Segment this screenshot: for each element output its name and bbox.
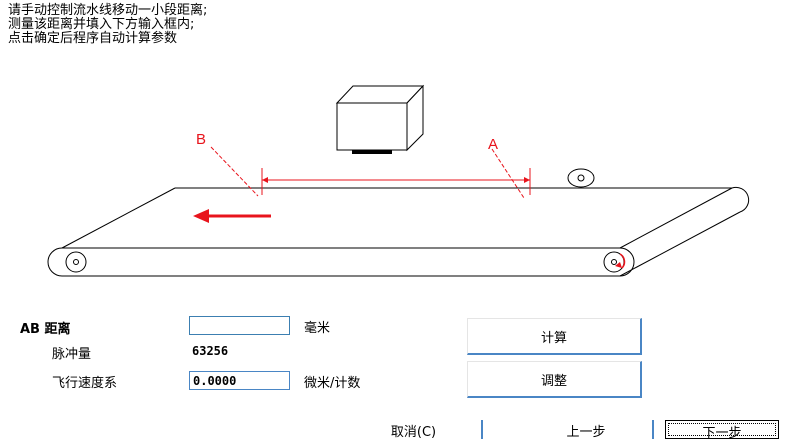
marker-a-line [491,148,525,199]
ab-distance-unit: 毫米 [304,321,331,336]
roller-left-icon [65,251,87,273]
speed-coefficient-input[interactable] [189,371,290,390]
cancel-button[interactable]: 取消(C) [346,420,483,440]
pulse-label: 脉冲量 [52,347,92,362]
standalone-roller-icon [567,168,595,188]
calculate-button[interactable]: 计算 [467,318,642,355]
speed-coefficient-label: 飞行速度系 [52,376,118,391]
marker-a-label: A [488,136,498,153]
marker-b-line [210,146,259,197]
pulse-value: 63256 [192,344,229,358]
ab-distance-label: AB 距离 [20,322,71,337]
measurement-line [261,168,531,195]
adjust-button[interactable]: 调整 [467,361,642,398]
direction-arrow-icon [193,209,271,223]
roller-right-icon [603,251,626,273]
conveyor-diagram: B A [47,84,750,277]
next-step-button[interactable]: 下一步 [665,420,779,441]
marker-b-label: B [196,131,206,148]
camera-icon [335,84,425,154]
ab-distance-input[interactable] [189,316,290,335]
speed-coefficient-unit: 微米/计数 [304,376,361,391]
previous-step-button[interactable]: 上一步 [520,420,654,440]
conveyor-belt [47,186,750,277]
